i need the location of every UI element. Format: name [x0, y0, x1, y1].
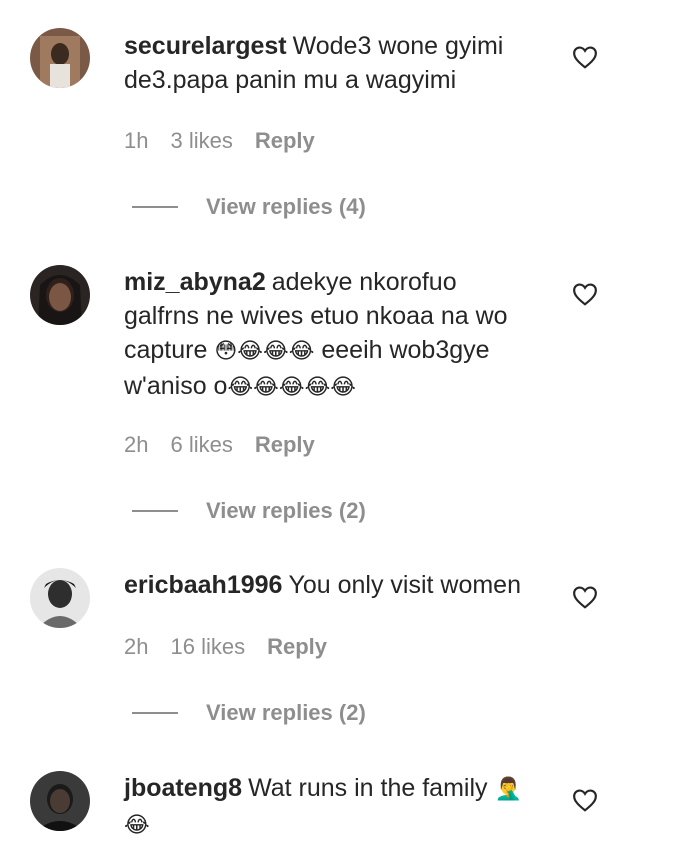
- replies-divider: [132, 712, 178, 714]
- view-replies-button[interactable]: View replies (2): [132, 700, 366, 726]
- reply-button[interactable]: Reply: [255, 128, 315, 154]
- heart-outline-icon[interactable]: [572, 788, 598, 812]
- view-replies-button[interactable]: View replies (2): [132, 498, 366, 524]
- emoji: 😂: [124, 813, 150, 838]
- replies-divider: [132, 206, 178, 208]
- comment-text: miz_abyna2 adekye nkorofuo galfrns ne wiv…: [124, 265, 544, 405]
- comment-body-line: de3.papa panin mu a wagyimi: [124, 66, 457, 94]
- comment-body-line: eeeih wob3gye: [321, 336, 490, 364]
- comment-body-line: w'aniso o: [124, 372, 228, 400]
- comment-username[interactable]: securelargest: [124, 32, 287, 60]
- comment-body-line: Wode3 wone gyimi: [292, 32, 504, 60]
- comment-likes[interactable]: 3 likes: [170, 128, 232, 154]
- view-replies-label: View replies (2): [206, 498, 366, 523]
- comment-text: ericbaah1996 You only visit women: [124, 568, 544, 602]
- user-avatar-icon: [30, 771, 90, 831]
- emoji-group: 😂😂😂😂😂: [227, 375, 356, 400]
- view-replies-button[interactable]: View replies (4): [132, 194, 366, 220]
- comment-time: 2h: [124, 432, 149, 457]
- comment-body-line: galfrns ne wives etuo nkoaa na wo: [124, 302, 508, 330]
- emoji-group: 😳😂😂😂: [214, 339, 315, 364]
- user-avatar-icon: [30, 265, 90, 325]
- comment-meta: 1h 3 likes Reply: [124, 128, 337, 154]
- comment-username[interactable]: ericbaah1996: [124, 571, 282, 599]
- view-replies-label: View replies (4): [206, 194, 366, 219]
- comment-meta: 2h 6 likes Reply: [124, 432, 337, 458]
- comment-username[interactable]: jboateng8: [124, 774, 242, 802]
- comment-username[interactable]: miz_abyna2: [124, 268, 266, 296]
- comment-time: 2h: [124, 634, 149, 659]
- user-avatar-icon: [30, 568, 90, 628]
- heart-outline-icon[interactable]: [572, 45, 598, 69]
- reply-button[interactable]: Reply: [267, 634, 327, 660]
- heart-outline-icon[interactable]: [572, 585, 598, 609]
- avatar[interactable]: [30, 265, 90, 325]
- comment-meta: 2h 16 likes Reply: [124, 634, 349, 660]
- comment-likes[interactable]: 6 likes: [170, 432, 232, 458]
- comment-body-line: adekye nkorofuo: [271, 268, 457, 296]
- heart-outline-icon[interactable]: [572, 282, 598, 306]
- comment-body-line: You only visit women: [288, 571, 521, 599]
- avatar[interactable]: [30, 568, 90, 628]
- reply-button[interactable]: Reply: [255, 432, 315, 458]
- comment-text: jboateng8 Wat runs in the family 🤦‍♂️ 😂: [124, 771, 544, 843]
- comment-text: securelargest Wode3 wone gyimi de3.papa p…: [124, 29, 544, 97]
- comment-time: 1h: [124, 128, 149, 153]
- view-replies-label: View replies (2): [206, 700, 366, 725]
- avatar[interactable]: [30, 771, 90, 831]
- avatar[interactable]: [30, 28, 90, 88]
- comment-likes[interactable]: 16 likes: [170, 634, 245, 660]
- comment-body-line: Wat runs in the family: [248, 774, 488, 802]
- emoji: 🤦‍♂️: [494, 777, 522, 802]
- comment-body-line: capture: [124, 336, 208, 364]
- user-avatar-icon: [30, 28, 90, 88]
- replies-divider: [132, 510, 178, 512]
